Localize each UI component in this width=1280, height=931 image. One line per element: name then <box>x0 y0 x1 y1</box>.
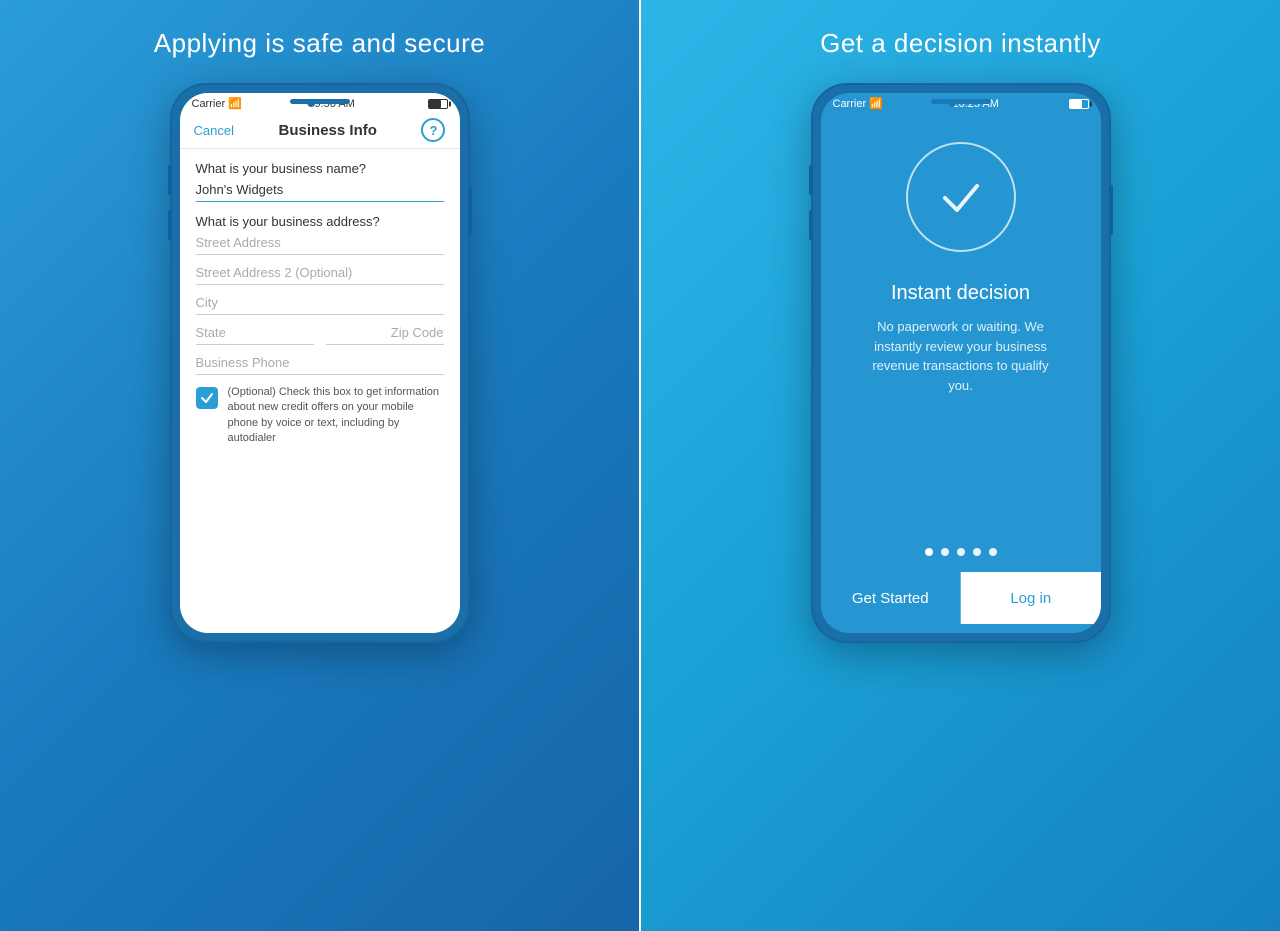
checkbox-input[interactable] <box>196 387 218 409</box>
city-group: City <box>196 295 444 315</box>
battery-icon <box>428 99 448 109</box>
checkmark-icon <box>933 170 988 225</box>
right-wifi-icon: 📶 <box>869 98 883 110</box>
street-address-group: Street Address <box>196 235 444 255</box>
right-panel-title: Get a decision instantly <box>820 28 1101 59</box>
status-carrier: Carrier 📶 <box>192 97 242 110</box>
dot-4 <box>973 548 981 556</box>
state-input[interactable]: State <box>196 325 314 345</box>
right-phone: Carrier 📶 10:25 AM Instant decision No p… <box>811 83 1111 643</box>
nav-title: Business Info <box>279 122 377 139</box>
right-phone-camera <box>948 99 956 107</box>
state-group: State <box>196 325 314 345</box>
phone-power <box>468 185 472 235</box>
nav-bar: Cancel Business Info ? <box>180 112 460 149</box>
dot-5 <box>989 548 997 556</box>
street-address2-group: Street Address 2 (Optional) <box>196 265 444 285</box>
cancel-button[interactable]: Cancel <box>194 123 234 138</box>
checkbox-label: (Optional) Check this box to get informa… <box>228 385 444 447</box>
left-panel-title: Applying is safe and secure <box>154 28 485 59</box>
right-phone-power <box>1109 185 1113 235</box>
right-phone-vol-up <box>809 165 813 195</box>
street-address-input[interactable]: Street Address <box>196 235 444 255</box>
help-button[interactable]: ? <box>421 118 445 142</box>
phone-vol-up <box>168 165 172 195</box>
business-name-label: What is your business name? <box>196 161 444 176</box>
form-content: What is your business name? John's Widge… <box>180 149 460 619</box>
right-panel: Get a decision instantly Carrier 📶 10:25… <box>641 0 1280 931</box>
decision-description: No paperwork or waiting. We instantly re… <box>871 317 1051 395</box>
left-phone: Carrier 📶 9:56 AM Cancel Business Info ?… <box>170 83 470 643</box>
check-circle-icon <box>906 142 1016 252</box>
bottom-buttons: Get Started Log in <box>821 572 1101 624</box>
right-status-carrier: Carrier 📶 <box>833 97 883 110</box>
dot-1 <box>925 548 933 556</box>
dot-3 <box>957 548 965 556</box>
dot-2 <box>941 548 949 556</box>
phone-group: Business Phone <box>196 355 444 375</box>
wifi-icon: 📶 <box>228 97 242 110</box>
right-phone-vol-down <box>809 210 813 240</box>
checkbox-row: (Optional) Check this box to get informa… <box>196 385 444 447</box>
phone-camera <box>307 99 315 107</box>
zip-input[interactable]: Zip Code <box>326 325 444 345</box>
decision-title: Instant decision <box>891 282 1030 305</box>
right-content: Instant decision No paperwork or waiting… <box>821 112 1101 572</box>
right-battery-icon <box>1069 99 1089 109</box>
state-zip-row: State Zip Code <box>196 325 444 345</box>
address-label: What is your business address? <box>196 214 444 229</box>
street-address2-input[interactable]: Street Address 2 (Optional) <box>196 265 444 285</box>
page-dots <box>925 548 997 556</box>
business-phone-input[interactable]: Business Phone <box>196 355 444 375</box>
zip-group: Zip Code <box>326 325 444 345</box>
phone-vol-down <box>168 210 172 240</box>
left-panel: Applying is safe and secure Carrier 📶 9:… <box>0 0 639 931</box>
phone-speaker <box>290 99 350 104</box>
business-name-value: John's Widgets <box>196 182 444 202</box>
right-phone-speaker <box>931 99 991 104</box>
login-button[interactable]: Log in <box>961 572 1101 624</box>
battery-indicator <box>428 99 448 109</box>
get-started-button[interactable]: Get Started <box>821 572 962 624</box>
city-input[interactable]: City <box>196 295 444 315</box>
